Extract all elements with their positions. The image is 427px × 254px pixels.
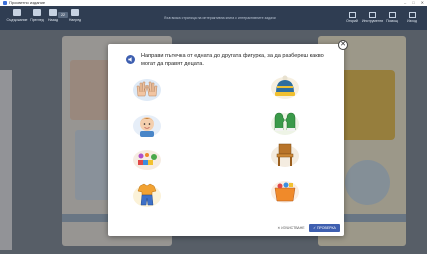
contents-button[interactable]: Съдържание (6, 9, 28, 22)
exit-label: Изход (407, 19, 417, 23)
contents-label: Съдържание (6, 18, 28, 22)
toolbar-message: Във всяка страница на интерактивна книга… (164, 16, 276, 20)
menu-icon (13, 9, 21, 16)
toy-box-picture[interactable] (270, 178, 300, 204)
search-button[interactable]: Открий (342, 12, 362, 23)
boy-picture[interactable] (132, 112, 162, 138)
mittens-picture[interactable] (270, 110, 300, 136)
exercise-dialog: ✕ Направи пътечка от едната до другата ф… (108, 40, 348, 236)
search-label: Открий (346, 19, 358, 23)
back-label: Назад (47, 18, 59, 22)
help-button[interactable]: Помощ (382, 12, 402, 23)
hands-picture[interactable] (132, 76, 162, 102)
view-icon (33, 9, 41, 16)
speaker-icon[interactable] (126, 55, 135, 64)
close-dialog-button[interactable]: ✕ (338, 40, 348, 50)
exit-button[interactable]: Изход (402, 12, 422, 23)
next-button[interactable]: Напред (64, 9, 86, 22)
help-label: Помощ (386, 19, 398, 23)
back-icon (49, 9, 57, 16)
exercise-instruction: Направи пътечка от едната до другата фиг… (141, 53, 324, 67)
search-icon (348, 12, 356, 18)
help-icon (388, 12, 396, 18)
tools-label: Инструменти (362, 19, 384, 23)
toolbar: Съдържание Преглед Назад 22 Напред Във в… (0, 6, 427, 30)
clothes-picture[interactable] (132, 182, 162, 208)
tools-icon (368, 12, 376, 18)
tools-button[interactable]: Инструменти (362, 12, 384, 23)
winter-hat-picture[interactable] (270, 74, 300, 100)
check-button[interactable]: ✓ ПРОВЕРКА (309, 224, 340, 232)
chair-picture[interactable] (270, 142, 300, 168)
forward-icon (71, 9, 79, 16)
clear-button[interactable]: ✕ ИЗЧИСТВАНЕ (276, 224, 306, 232)
app-icon (3, 1, 7, 5)
toys-picture[interactable] (132, 146, 162, 172)
exit-icon (408, 12, 416, 18)
next-label: Напред (68, 18, 82, 22)
